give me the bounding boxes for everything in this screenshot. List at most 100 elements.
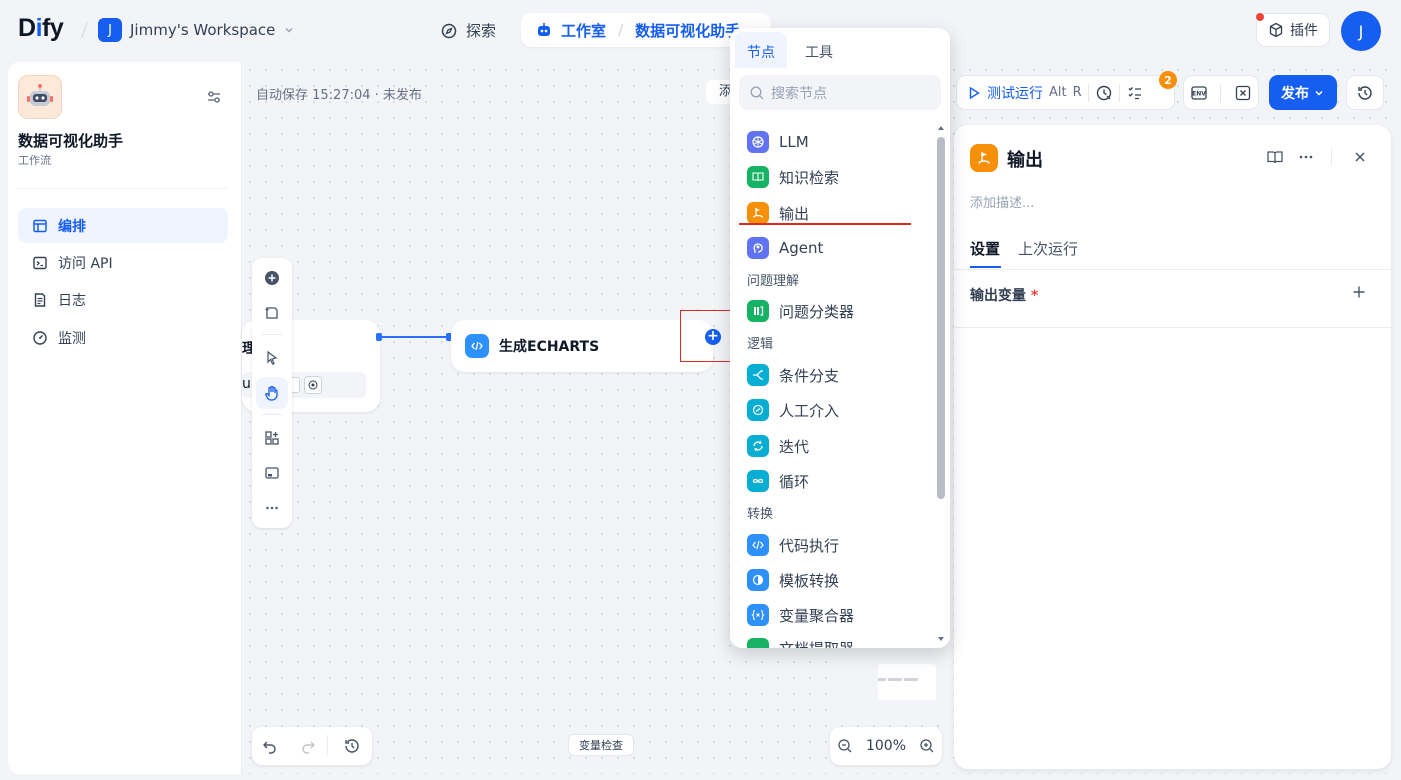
close-icon[interactable] xyxy=(1351,148,1369,166)
cube-icon xyxy=(1268,22,1284,38)
pointer-tool[interactable] xyxy=(256,342,288,374)
minimap-tool[interactable] xyxy=(256,457,288,489)
app-breadcrumb[interactable]: 数据可视化助手 xyxy=(635,20,740,41)
output-variable-label: 输出变量 * xyxy=(970,288,1039,304)
variable-x-icon[interactable] xyxy=(1234,84,1252,102)
toolbar-divider xyxy=(327,735,328,755)
env-icon[interactable]: ENV xyxy=(1190,84,1208,102)
nav-explore[interactable]: 探索 xyxy=(440,20,496,41)
hand-tool[interactable] xyxy=(256,377,288,409)
play-icon xyxy=(967,86,981,100)
edge-connection[interactable] xyxy=(380,336,451,338)
chevron-down-icon xyxy=(1313,87,1325,99)
node-option-llm[interactable]: LLM xyxy=(747,130,927,154)
notification-dot xyxy=(1256,13,1264,21)
node-option-classifier[interactable]: 问题分类器 xyxy=(747,299,927,323)
panel-title[interactable]: 输出 xyxy=(1007,146,1043,172)
scroll-down-arrow[interactable] xyxy=(937,635,945,643)
code-icon xyxy=(747,534,769,556)
node-option-doc-extractor[interactable]: 文档提取器 xyxy=(747,638,927,648)
node-option-template[interactable]: 模板转换 xyxy=(747,568,927,592)
zoom-level[interactable]: 100% xyxy=(866,738,906,754)
edge-source-handle[interactable] xyxy=(376,333,382,341)
node-option-output[interactable]: 输出 xyxy=(747,201,927,225)
compass-icon xyxy=(440,22,458,40)
node-option-variable-aggregator[interactable]: 变量聚合器 xyxy=(747,603,927,627)
zoom-in-icon[interactable] xyxy=(919,738,935,754)
header-divider xyxy=(81,22,88,38)
node-option-knowledge[interactable]: 知识检索 xyxy=(747,165,927,189)
user-avatar[interactable]: J xyxy=(1341,11,1381,51)
required-mark: * xyxy=(1030,288,1039,304)
add-node-tool[interactable] xyxy=(256,262,288,294)
tab-tools[interactable]: 工具 xyxy=(805,42,833,62)
variable-check-button[interactable]: 变量检查 xyxy=(568,734,634,756)
nav-explore-label: 探索 xyxy=(466,22,497,40)
sidebar-item-monitor[interactable]: 监测 xyxy=(18,320,228,355)
sidebar-item-logs[interactable]: 日志 xyxy=(18,282,228,317)
sidebar-item-api[interactable]: 访问 API xyxy=(18,245,228,280)
panel-divider xyxy=(954,327,1391,328)
human-icon xyxy=(747,399,769,421)
previous-node-variable-text: u xyxy=(242,376,251,392)
sidebar-item-label: 访问 API xyxy=(58,255,113,272)
sidebar-item-orchestrate[interactable]: 编排 xyxy=(18,208,228,243)
test-run-button[interactable]: 测试运行 xyxy=(987,83,1043,103)
llm-icon xyxy=(747,131,769,153)
node-option-agent[interactable]: Agent xyxy=(747,236,927,260)
search-nodes-input[interactable]: 搜索节点 xyxy=(739,75,941,110)
publish-button[interactable]: 发布 xyxy=(1269,75,1337,110)
workspace-selector[interactable]: J Jimmy's Workspace xyxy=(98,18,295,42)
node-option-if-else[interactable]: 条件分支 xyxy=(747,363,927,387)
node-option-iteration[interactable]: 迭代 xyxy=(747,434,927,458)
node-option-loop[interactable]: 循环 xyxy=(747,469,927,493)
history-icon[interactable] xyxy=(343,737,361,755)
code-icon xyxy=(465,334,489,358)
panel-header-divider xyxy=(1331,148,1332,166)
gauge-icon xyxy=(32,330,48,346)
app-name: 数据可视化助手 xyxy=(18,132,124,150)
undo-icon[interactable] xyxy=(261,737,279,755)
more-horizontal-icon[interactable] xyxy=(1297,148,1315,166)
node-option-label: 条件分支 xyxy=(779,366,840,385)
output-node-icon xyxy=(970,144,998,172)
agent-icon xyxy=(747,237,769,259)
checklist-badge: 2 xyxy=(1159,71,1177,89)
more-tool[interactable] xyxy=(256,492,288,524)
tab-settings[interactable]: 设置 xyxy=(970,238,1000,259)
dify-logo[interactable]: Dify xyxy=(18,14,64,43)
version-history-button[interactable] xyxy=(1346,75,1384,110)
node-generate-echarts[interactable]: 生成ECHARTS xyxy=(451,320,713,372)
node-option-code[interactable]: 代码执行 xyxy=(747,533,927,557)
add-output-variable-icon[interactable] xyxy=(1351,284,1367,300)
scrollbar-thumb[interactable] xyxy=(937,137,945,499)
book-icon xyxy=(747,166,769,188)
scroll-up-arrow[interactable] xyxy=(937,124,945,132)
description-input[interactable]: 添加描述... xyxy=(970,192,1034,211)
run-history-icon[interactable] xyxy=(1095,84,1113,102)
tab-last-run[interactable]: 上次运行 xyxy=(1018,238,1078,259)
node-option-label: 模板转换 xyxy=(779,571,840,590)
openai-icon xyxy=(304,376,322,394)
book-open-icon[interactable] xyxy=(1266,148,1284,166)
grid-plus-icon xyxy=(264,430,280,446)
zoom-out-icon[interactable] xyxy=(837,738,853,754)
redo-icon[interactable] xyxy=(299,737,317,755)
workspace-avatar: J xyxy=(98,18,122,42)
add-note-tool[interactable] xyxy=(256,297,288,329)
toolbar-divider xyxy=(262,334,282,335)
sticky-note-icon xyxy=(264,305,280,321)
variable-icon xyxy=(747,604,769,626)
checklist-icon[interactable] xyxy=(1126,84,1144,102)
minimap-viewport xyxy=(878,664,936,700)
app-robot-icon xyxy=(18,75,62,119)
more-horizontal-icon xyxy=(264,500,280,516)
tab-nodes[interactable]: 节点 xyxy=(747,42,775,62)
node-title: 生成ECHARTS xyxy=(499,339,600,355)
plugins-button[interactable]: 插件 xyxy=(1256,13,1330,47)
node-option-human[interactable]: 人工介入 xyxy=(747,398,927,422)
autosave-status: 自动保存 15:27:04 · 未发布 xyxy=(256,88,422,103)
sliders-icon[interactable] xyxy=(205,88,223,106)
organize-tool[interactable] xyxy=(256,422,288,454)
node-option-label: 变量聚合器 xyxy=(779,606,855,625)
